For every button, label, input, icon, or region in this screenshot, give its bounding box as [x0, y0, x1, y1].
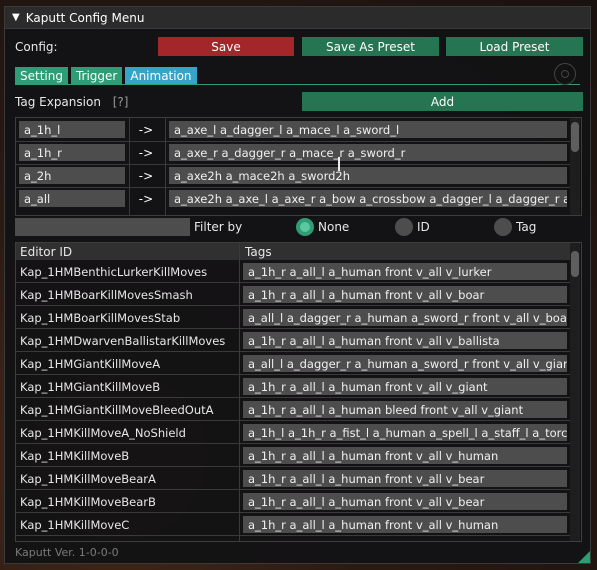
- table-scrollbar[interactable]: [570, 243, 580, 541]
- editor-id-cell: Kap_1HMDwarvenBallistarKillMoves: [20, 333, 226, 348]
- tags-field[interactable]: a_1h_r a_all_l a_human front v_all v_lur…: [243, 263, 567, 280]
- circle-icon: [554, 63, 576, 85]
- table-row[interactable]: Kap_1HMKillMoveBearB a_1h_r a_all_l a_hum…: [16, 490, 571, 513]
- window-title: Kaputt Config Menu: [25, 10, 145, 25]
- add-tag-button[interactable]: Add: [302, 92, 583, 111]
- tag-key-field[interactable]: a_2h: [19, 167, 125, 184]
- table-row[interactable]: Kap_1HMGiantKillMoveA a_all_l a_dagger_r …: [16, 352, 571, 375]
- title-bar[interactable]: ▼ Kaputt Config Menu: [5, 7, 590, 29]
- editor-id-cell: Kap_1HMGiantKillMoveBleedOutA: [20, 402, 214, 417]
- tags-field[interactable]: a_1h_r a_all_l a_human front v_all v_bea…: [243, 470, 567, 487]
- tag-key-field[interactable]: a_1h_r: [19, 144, 125, 161]
- table-row[interactable]: Kap_1HMGiantKillMoveB a_1h_r a_all_l a_hu…: [16, 375, 571, 398]
- editor-id-cell: Kap_1HMBoarKillMovesStab: [20, 310, 181, 325]
- column-header-tags[interactable]: Tags: [245, 243, 272, 260]
- save-button[interactable]: Save: [158, 37, 294, 56]
- scrollbar-thumb[interactable]: [571, 122, 579, 152]
- version-text: Kaputt Ver. 1-0-0-0: [15, 546, 119, 559]
- editor-id-cell: Kap_1HMBenthicLurkerKillMoves: [20, 264, 208, 279]
- tag-expansion-row: a_1h_r -> a_axe_r a_dagger_r a_mace_r a_…: [16, 141, 571, 164]
- editor-id-cell: Kap_1HMKillMoveA_NoShield: [20, 425, 186, 440]
- tag-arrow: ->: [138, 191, 154, 206]
- editor-id-cell: Kap_1HMBoarKillMovesSmash: [20, 287, 193, 302]
- tab-trigger[interactable]: Trigger: [70, 67, 123, 84]
- editor-id-cell: Kap_1HMKillMoveB: [20, 448, 130, 463]
- tag-arrow: ->: [138, 168, 154, 183]
- tags-field[interactable]: a_1h_r a_all_l a_human front v_all v_hum…: [243, 516, 567, 533]
- save-as-preset-button[interactable]: Save As Preset: [302, 37, 439, 56]
- table-row[interactable]: Kap_1HMKillMoveA_NoShield a_1h_l a_1h_r a…: [16, 421, 571, 444]
- tab-underline: [15, 84, 580, 85]
- tag-key-field[interactable]: a_1h_l: [19, 121, 125, 138]
- table-row[interactable]: Kap_1HMKillMoveC a_1h_r a_all_l a_human f…: [16, 513, 571, 536]
- tag-key-field[interactable]: a_all: [19, 190, 125, 207]
- radio-none-label[interactable]: None: [318, 220, 349, 234]
- kill-move-table: Editor ID Tags Kap_1HMBenthicLurkerKillM…: [15, 242, 582, 542]
- table-row[interactable]: Kap_1HMBenthicLurkerKillMoves a_1h_r a_al…: [16, 260, 571, 283]
- collapse-arrow-icon[interactable]: ▼: [12, 12, 20, 23]
- help-marker[interactable]: [?]: [113, 95, 129, 109]
- column-header-editor-id[interactable]: Editor ID: [20, 243, 72, 260]
- editor-id-cell: Kap_1HMKillMoveBearA: [20, 471, 156, 486]
- table-row[interactable]: Kap_1HMKillMoveBearA a_1h_r a_all_l a_hum…: [16, 467, 571, 490]
- editor-id-cell: Kap_1HMKillMoveC: [20, 517, 130, 532]
- scrollbar-thumb[interactable]: [571, 251, 579, 277]
- radio-tag-label[interactable]: Tag: [516, 220, 536, 234]
- tags-field[interactable]: a_1h_l a_1h_r a_fist_l a_human a_spell_l…: [243, 424, 567, 441]
- tag-expansion-row: a_all -> a_axe2h a_axe_l a_axe_r a_bow a…: [16, 187, 571, 210]
- text-cursor-icon: [338, 157, 340, 171]
- tag-expansion-table: a_1h_l -> a_axe_l a_dagger_l a_mace_l a_…: [15, 117, 582, 216]
- table-row[interactable]: Kap_1HMBoarKillMovesSmash a_1h_r a_all_l …: [16, 283, 571, 306]
- tags-field[interactable]: a_all_l a_dagger_r a_human a_sword_r fro…: [243, 355, 567, 372]
- tags-field[interactable]: a_1h_r a_all_l a_human front v_all v_hum…: [243, 447, 567, 464]
- radio-tag[interactable]: [494, 218, 512, 236]
- tag-arrow: ->: [138, 122, 154, 137]
- editor-id-cell: Kap_1HMGiantKillMoveA: [20, 356, 161, 371]
- editor-id-cell: Kap_1HMKillMoveBearB: [20, 494, 156, 509]
- tags-field[interactable]: a_1h_r a_all_l a_human bleed front v_all…: [243, 401, 567, 418]
- table-row[interactable]: Kap_1HMKillMoveB a_1h_r a_all_l a_human f…: [16, 444, 571, 467]
- filter-input[interactable]: [15, 218, 190, 236]
- tab-animation[interactable]: Animation: [125, 67, 197, 84]
- radio-none[interactable]: [296, 218, 314, 236]
- tag-expansion-row: a_1h_l -> a_axe_l a_dagger_l a_mace_l a_…: [16, 118, 571, 141]
- radio-id-label[interactable]: ID: [417, 220, 430, 234]
- table-header: Editor ID Tags: [16, 243, 571, 260]
- tags-field[interactable]: a_1h_r a_all_l a_human front v_all v_boa…: [243, 286, 567, 303]
- config-window: ▼ Kaputt Config Menu Config: Save Save A…: [4, 6, 591, 564]
- tag-expansion-header: Tag Expansion [?]: [15, 95, 128, 109]
- tab-setting[interactable]: Setting: [15, 67, 68, 84]
- tag-arrow: ->: [138, 145, 154, 160]
- table-row[interactable]: Kap_1HMGiantKillMoveBleedOutA a_1h_r a_al…: [16, 398, 571, 421]
- tags-field[interactable]: a_1h_r a_all_l a_human front v_all v_bea…: [243, 493, 567, 510]
- table-row[interactable]: Kap_1HMBoarKillMovesStab a_all_l a_dagger…: [16, 306, 571, 329]
- tags-field[interactable]: a_1h_r a_all_l a_human front v_all v_gia…: [243, 378, 567, 395]
- editor-id-cell: Kap_1HMGiantKillMoveB: [20, 379, 161, 394]
- filter-label: Filter by: [194, 220, 243, 234]
- tab-bar: Setting Trigger Animation: [15, 67, 197, 84]
- load-preset-button[interactable]: Load Preset: [446, 37, 583, 56]
- tag-value-field[interactable]: a_axe2h a_mace2h a_sword2h: [169, 167, 567, 184]
- tag-expansion-scrollbar[interactable]: [570, 118, 580, 215]
- table-row[interactable]: Kap_1HMDwarvenBallistarKillMoves a_1h_r a…: [16, 329, 571, 352]
- tag-value-field[interactable]: a_axe_l a_dagger_l a_mace_l a_sword_l: [169, 121, 567, 138]
- tag-value-field[interactable]: a_axe_r a_dagger_r a_mace_r a_sword_r: [169, 144, 567, 161]
- tag-expansion-label: Tag Expansion: [15, 95, 101, 109]
- tags-field[interactable]: a_all_l a_dagger_r a_human a_sword_r fro…: [243, 309, 567, 326]
- config-label: Config:: [15, 40, 58, 54]
- tags-field[interactable]: a_1h_r a_all_l a_human front v_all v_bal…: [243, 332, 567, 349]
- radio-id[interactable]: [395, 218, 413, 236]
- tag-expansion-row: a_2h -> a_axe2h a_mace2h a_sword2h: [16, 164, 571, 187]
- resize-grip-icon[interactable]: [578, 551, 590, 563]
- tag-value-field[interactable]: a_axe2h a_axe_l a_axe_r a_bow a_crossbow…: [169, 190, 567, 207]
